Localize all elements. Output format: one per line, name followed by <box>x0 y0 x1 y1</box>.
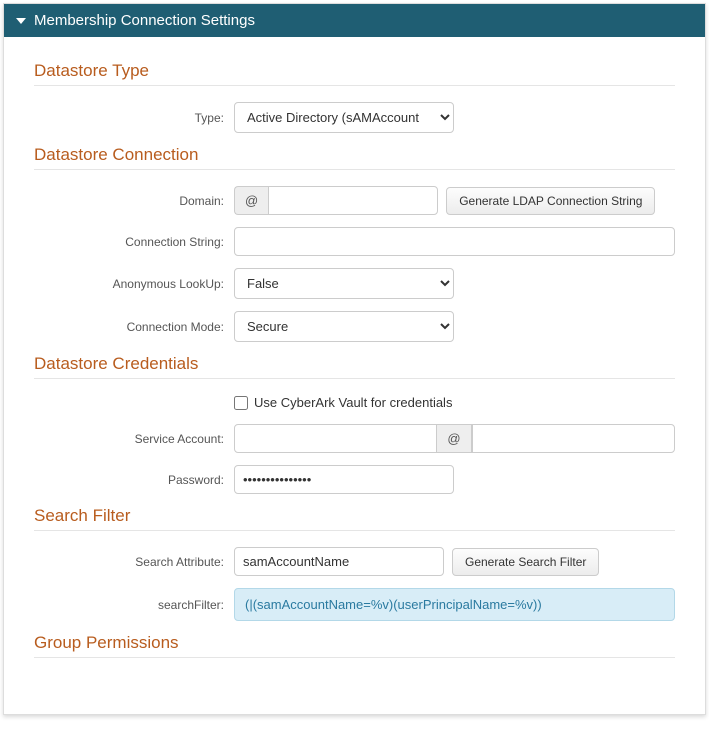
row-anon-lookup: Anonymous LookUp: False <box>34 268 675 299</box>
generate-ldap-button[interactable]: Generate LDAP Connection String <box>446 187 655 215</box>
label-password: Password: <box>34 473 234 487</box>
row-connection-string: Connection String: <box>34 227 675 256</box>
label-anon-lookup: Anonymous LookUp: <box>34 277 234 291</box>
generate-search-filter-button[interactable]: Generate Search Filter <box>452 548 599 576</box>
panel-header[interactable]: Membership Connection Settings <box>4 4 705 37</box>
label-domain: Domain: <box>34 194 234 208</box>
label-connection-string: Connection String: <box>34 235 234 249</box>
row-connection-mode: Connection Mode: Secure <box>34 311 675 342</box>
at-icon: @ <box>437 424 471 453</box>
row-password: Password: <box>34 465 675 494</box>
label-type: Type: <box>34 111 234 125</box>
input-search-attribute[interactable] <box>234 547 444 576</box>
section-datastore-type-title: Datastore Type <box>34 61 675 86</box>
search-filter-value: (|(samAccountName=%v)(userPrincipalName=… <box>234 588 675 621</box>
checkbox-cyberark[interactable] <box>234 396 248 410</box>
label-connection-mode: Connection Mode: <box>34 320 234 334</box>
label-service-account: Service Account: <box>34 432 234 446</box>
label-cyberark: Use CyberArk Vault for credentials <box>254 395 452 410</box>
row-search-filter: searchFilter: (|(samAccountName=%v)(user… <box>34 588 675 621</box>
at-icon: @ <box>234 186 268 215</box>
input-password[interactable] <box>234 465 454 494</box>
row-type: Type: Active Directory (sAMAccount <box>34 102 675 133</box>
row-search-attribute: Search Attribute: Generate Search Filter <box>34 547 675 576</box>
label-search-attribute: Search Attribute: <box>34 555 234 569</box>
input-connection-string[interactable] <box>234 227 675 256</box>
select-anon-lookup[interactable]: False <box>234 268 454 299</box>
domain-input-group: @ <box>234 186 438 215</box>
row-cyberark: Use CyberArk Vault for credentials <box>234 395 675 410</box>
panel-title: Membership Connection Settings <box>34 12 255 29</box>
label-search-filter: searchFilter: <box>34 598 234 612</box>
input-service-account[interactable] <box>234 424 437 453</box>
section-search-filter-title: Search Filter <box>34 506 675 531</box>
panel-body: Datastore Type Type: Active Directory (s… <box>4 37 705 714</box>
chevron-down-icon <box>16 18 26 24</box>
input-domain[interactable] <box>268 186 438 215</box>
section-datastore-credentials-title: Datastore Credentials <box>34 354 675 379</box>
row-domain: Domain: @ Generate LDAP Connection Strin… <box>34 186 675 215</box>
input-service-account-domain[interactable] <box>472 424 675 453</box>
select-connection-mode[interactable]: Secure <box>234 311 454 342</box>
service-account-input-group: @ <box>234 424 675 453</box>
section-group-permissions-title: Group Permissions <box>34 633 675 658</box>
row-service-account: Service Account: @ <box>34 424 675 453</box>
select-type[interactable]: Active Directory (sAMAccount <box>234 102 454 133</box>
section-datastore-connection-title: Datastore Connection <box>34 145 675 170</box>
settings-panel: Membership Connection Settings Datastore… <box>3 3 706 715</box>
